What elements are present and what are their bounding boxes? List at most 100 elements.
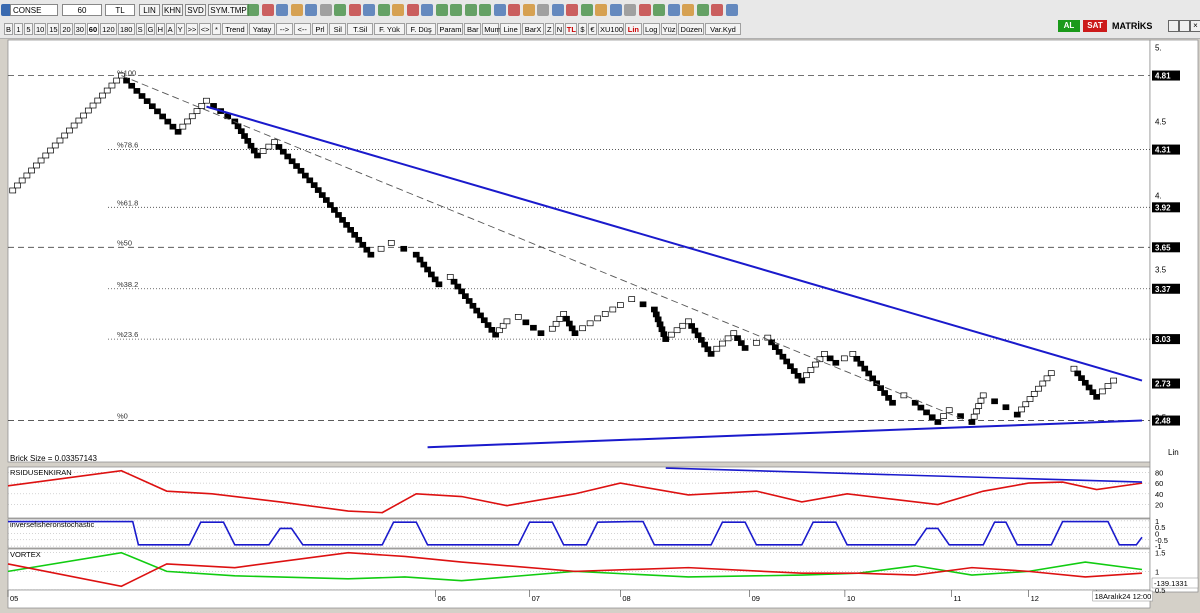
renko-brick (128, 82, 136, 89)
renko-brick (138, 93, 146, 99)
renko-brick (446, 274, 454, 280)
fib-level-label: %0 (117, 412, 128, 421)
renko-brick (1104, 383, 1112, 389)
renko-brick (265, 143, 273, 150)
price-label: 2.73 (1155, 380, 1171, 389)
renko-brick (1110, 377, 1118, 384)
renko-brick (652, 311, 660, 318)
renko-brick (812, 361, 819, 368)
renko-brick (61, 132, 69, 139)
renko-brick (840, 355, 848, 362)
renko-brick (685, 318, 692, 325)
renko-brick (923, 409, 930, 416)
renko-brick (477, 312, 484, 319)
renko-brick (694, 332, 702, 339)
renko-brick (1098, 388, 1106, 395)
renko-brick (877, 385, 884, 391)
renko-brick (530, 324, 537, 331)
renko-brick (552, 320, 560, 327)
renko-brick (465, 298, 473, 304)
renko-brick (865, 370, 873, 377)
renko-brick (719, 340, 726, 347)
renko-brick (198, 103, 206, 109)
renko-brick (979, 392, 987, 399)
renko-brick (857, 360, 865, 367)
price-label: 4.81 (1155, 72, 1171, 81)
chart-area[interactable]: 5.4.54.3.52.54.814.313.923.653.373.032.7… (0, 0, 1200, 613)
renko-brick (787, 363, 794, 370)
renko-brick (701, 341, 708, 348)
renko-brick (37, 157, 45, 164)
renko-brick (673, 327, 681, 334)
renko-brick (293, 163, 300, 169)
renko-brick (571, 330, 579, 337)
renko-brick (428, 271, 435, 278)
renko-brick (639, 301, 647, 308)
renko-brick (84, 107, 92, 114)
cursor-date-label: 18Aralık24 12:00 (1095, 592, 1152, 601)
renko-brick (56, 137, 64, 144)
renko-brick (790, 368, 798, 374)
renko-brick (975, 403, 983, 409)
renko-brick (66, 127, 73, 134)
renko-brick (234, 123, 242, 130)
brick-size-label: Brick Size = 0.03357143 (10, 454, 97, 463)
renko-brick (75, 117, 83, 124)
renko-brick (363, 246, 371, 253)
renko-brick (802, 372, 810, 379)
renko-brick (917, 404, 925, 411)
renko-brick (154, 108, 161, 115)
renko-brick (768, 339, 775, 346)
renko-brick (18, 177, 26, 184)
renko-brick (241, 133, 248, 139)
renko-brick (42, 152, 50, 159)
renko-brick (103, 87, 111, 94)
renko-brick (594, 315, 602, 322)
renko-brick (473, 307, 481, 314)
renko-brick (779, 353, 787, 360)
renko-brick (108, 82, 116, 89)
renko-brick (271, 139, 278, 146)
renko-brick (707, 351, 715, 357)
renko-brick (343, 222, 350, 228)
price-label: 4.31 (1155, 146, 1171, 155)
renko-brick (628, 296, 636, 302)
renko-brick (861, 365, 869, 372)
renko-brick (1026, 396, 1034, 402)
renko-brick (424, 266, 431, 273)
renko-brick (359, 241, 367, 248)
x-tick-label: 11 (953, 594, 961, 603)
x-tick-label: 09 (752, 594, 760, 603)
renko-brick (28, 167, 35, 174)
renko-brick (522, 319, 530, 326)
x-tick-label: 12 (1031, 594, 1039, 603)
renko-brick (609, 306, 617, 313)
renko-brick (704, 346, 712, 353)
renko-brick (724, 335, 732, 342)
renko-brick (698, 337, 705, 343)
renko-brick (560, 311, 568, 317)
renko-brick (244, 138, 252, 144)
renko-brick (934, 419, 942, 425)
renko-brick (807, 367, 815, 373)
renko-brick (945, 407, 953, 414)
renko-brick (771, 344, 779, 350)
renko-brick (454, 283, 462, 290)
renko-brick (339, 217, 346, 223)
fib-level-label: %61.8 (117, 198, 138, 207)
renko-brick (70, 122, 78, 129)
renko-brick (734, 335, 741, 341)
renko-brick (310, 182, 318, 188)
x-tick-label: 10 (847, 594, 855, 603)
indicator-tick-label: 40 (1155, 490, 1163, 499)
renko-brick (32, 162, 40, 169)
renko-brick (314, 187, 322, 193)
renko-brick (556, 316, 564, 322)
renko-brick (431, 276, 439, 283)
renko-brick (351, 231, 359, 238)
price-label: 3.92 (1155, 203, 1171, 212)
renko-brick (869, 375, 877, 382)
renko-brick (658, 326, 666, 333)
renko-brick (1070, 365, 1078, 372)
renko-brick (1047, 370, 1055, 376)
